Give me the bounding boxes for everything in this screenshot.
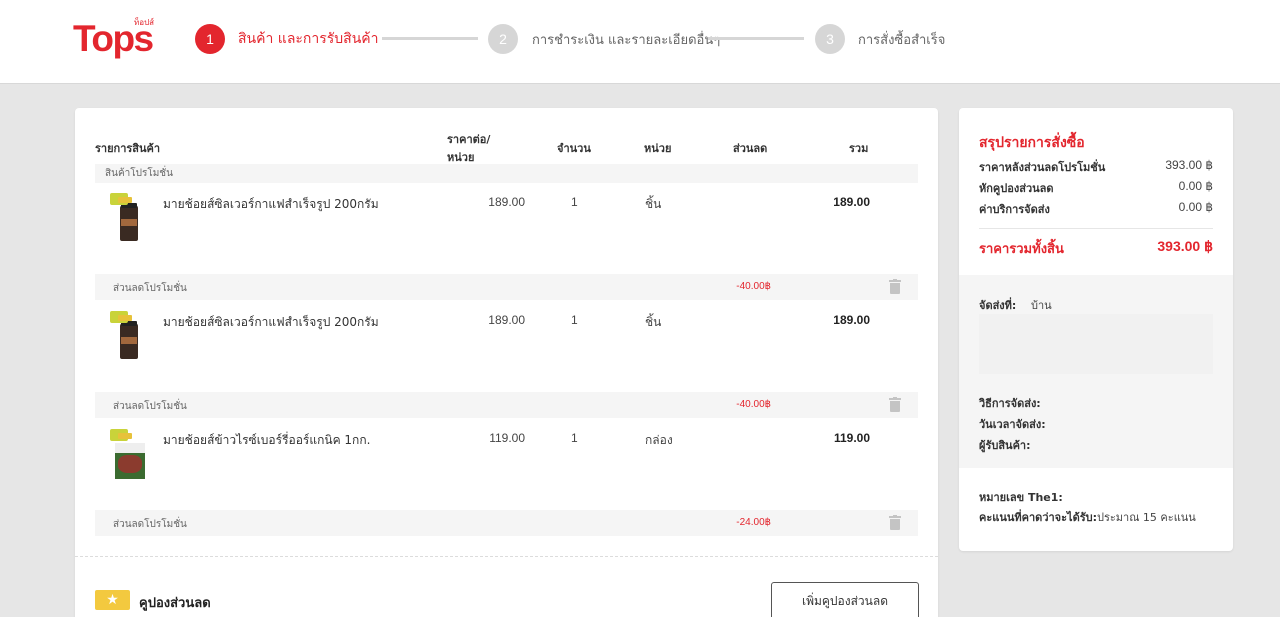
trash-icon[interactable] [889,279,901,294]
product-name[interactable]: มายช้อยส์ซิลเวอร์กาแฟสำเร็จรูป 200กรัม [163,313,379,332]
promo-discount-row: ส่วนลดโปรโมชั่น -40.00฿ [95,392,918,418]
coupon-label: คูปองส่วนลด [139,596,211,611]
discount-label: ส่วนลดโปรโมชั่น [113,283,187,294]
trash-icon[interactable] [889,397,901,412]
cart-item-row: มายช้อยส์ซิลเวอร์กาแฟสำเร็จรูป 200กรัม 1… [95,301,918,391]
the1-number-label: หมายเลข The1: [979,491,1063,504]
delivery-time-label: วันเวลาจัดส่ง: [979,418,1046,431]
summary-row-label: หักคูปองส่วนลด [979,182,1054,195]
product-total: 189.00 [833,313,870,327]
discount-label: ส่วนลดโปรโมชั่น [113,519,187,530]
discount-amount: -40.00฿ [736,399,771,410]
product-unit: ชิ้น [645,197,662,211]
header-total: รวม [849,142,869,155]
summary-row-value: 0.00 ฿ [1178,200,1213,214]
product-price: 189.00 [488,195,525,209]
promo-section-label: สินค้าโปรโมชั่น [95,164,918,183]
product-total: 189.00 [833,195,870,209]
product-price: 119.00 [489,431,525,445]
header-unit: หน่วย [644,142,672,155]
product-qty: 1 [571,431,578,445]
logo-small-text: ท็อปส์ [134,18,155,27]
coffee-jar-icon[interactable] [110,193,148,245]
discount-amount: -40.00฿ [736,281,771,292]
header-price-line1: ราคาต่อ/ [447,133,491,146]
step-2-circle: 2 [488,24,518,54]
product-price: 189.00 [488,313,525,327]
step-2-label: การชำระเงิน และรายละเอียดอื่นๆ [532,33,721,48]
step-3-circle: 3 [815,24,845,54]
rice-box-icon[interactable] [110,429,148,481]
coffee-jar-icon[interactable] [110,311,148,363]
trash-icon[interactable] [889,515,901,530]
receiver-label: ผู้รับสินค้า: [979,439,1031,452]
cart-item-row: มายช้อยส์ซิลเวอร์กาแฟสำเร็จรูป 200กรัม 1… [95,183,918,273]
points-label: คะแนนที่คาดว่าจะได้รับ: [979,511,1097,524]
top-bar: Tops ท็อปส์ 1 สินค้า และการรับสินค้า 2 ก… [0,0,1280,84]
order-summary-card: สรุปรายการสั่งซื้อ ราคาหลังส่วนลดโปรโมชั… [959,108,1233,551]
header-discount: ส่วนลด [733,142,768,155]
product-total: 119.00 [833,431,870,445]
summary-row-value: 393.00 ฿ [1165,158,1213,172]
step-connector [382,37,478,40]
cart-item-row: มายช้อยส์ข้าวไรซ์เบอร์รี่ออร์แกนิค 1กก. … [95,419,918,509]
summary-row-label: ค่าบริการจัดส่ง [979,203,1050,216]
points-value: ประมาณ 15 คะแนน [1097,511,1196,524]
product-qty: 1 [571,313,578,327]
promo-discount-row: ส่วนลดโปรโมชั่น -40.00฿ [95,274,918,300]
delivery-method-label: วิธีการจัดส่ง: [979,397,1041,410]
coupon-star-icon: ★ [95,590,130,610]
summary-title: สรุปรายการสั่งซื้อ [979,135,1085,151]
address-box [979,314,1213,374]
product-name[interactable]: มายช้อยส์ข้าวไรซ์เบอร์รี่ออร์แกนิค 1กก. [163,431,370,450]
cart-card: รายการสินค้า ราคาต่อ/ หน่วย จำนวน หน่วย … [75,108,938,617]
ship-to-value: บ้าน [1031,299,1052,312]
add-coupon-button[interactable]: เพิ่มคูปองส่วนลด [771,582,919,617]
step-1-circle: 1 [195,24,225,54]
header-qty: จำนวน [557,142,591,155]
step-1-label: สินค้า และการรับสินค้า [238,31,379,47]
summary-row-value: 0.00 ฿ [1178,179,1213,193]
summary-row-label: ราคาหลังส่วนลดโปรโมชั่น [979,161,1106,174]
step-3-label: การสั่งซื้อสำเร็จ [858,33,946,48]
product-name[interactable]: มายช้อยส์ซิลเวอร์กาแฟสำเร็จรูป 200กรัม [163,195,379,214]
product-qty: 1 [571,195,578,209]
discount-amount: -24.00฿ [736,517,771,528]
product-unit: กล่อง [645,433,673,447]
ship-to-label: จัดส่งที่: [979,299,1017,312]
section-divider [75,556,938,557]
step-connector [708,37,804,40]
tops-logo[interactable]: Tops ท็อปส์ [73,16,155,58]
summary-divider [979,228,1213,229]
grand-total-value: 393.00 ฿ [1157,238,1213,254]
discount-label: ส่วนลดโปรโมชั่น [113,401,187,412]
grand-total-label: ราคารวมทั้งสิ้น [979,242,1064,257]
header-item: รายการสินค้า [95,142,161,155]
promo-discount-row: ส่วนลดโปรโมชั่น -24.00฿ [95,510,918,536]
product-unit: ชิ้น [645,315,662,329]
